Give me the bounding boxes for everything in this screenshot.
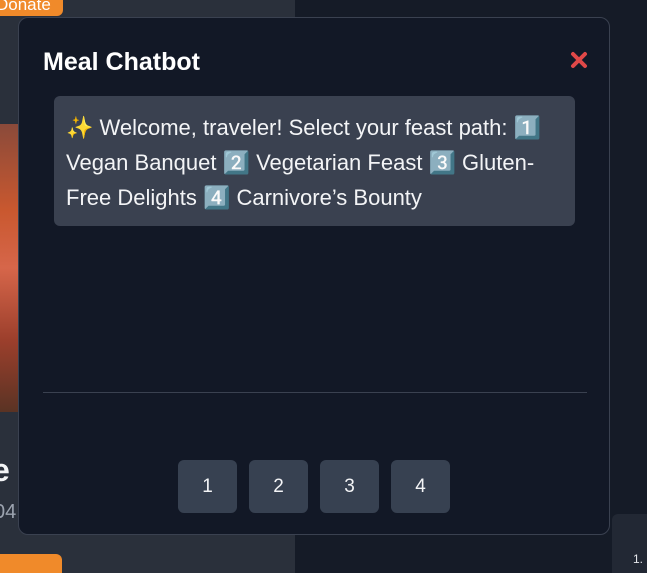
option-buttons: 1 2 3 4	[178, 460, 450, 513]
background-subtext: 04	[0, 501, 17, 523]
option-button-2[interactable]: 2	[249, 460, 308, 513]
background-side-card-text: 1.	[633, 552, 644, 566]
chatbot-modal: Meal Chatbot ✨ Welcome, traveler! Select…	[18, 17, 610, 535]
background-heading: e	[0, 452, 10, 488]
background-action-button[interactable]	[0, 554, 62, 573]
close-x-icon	[570, 51, 588, 74]
donate-button[interactable]: Donate	[0, 0, 63, 16]
background-food-image	[0, 124, 18, 412]
close-button[interactable]	[568, 51, 590, 73]
modal-title: Meal Chatbot	[43, 48, 200, 76]
chat-divider	[43, 392, 587, 393]
bot-message-text: ✨ Welcome, traveler! Select your feast p…	[66, 115, 542, 210]
option-button-4[interactable]: 4	[391, 460, 450, 513]
option-button-1[interactable]: 1	[178, 460, 237, 513]
option-button-3[interactable]: 3	[320, 460, 379, 513]
bot-message-bubble: ✨ Welcome, traveler! Select your feast p…	[54, 96, 575, 226]
